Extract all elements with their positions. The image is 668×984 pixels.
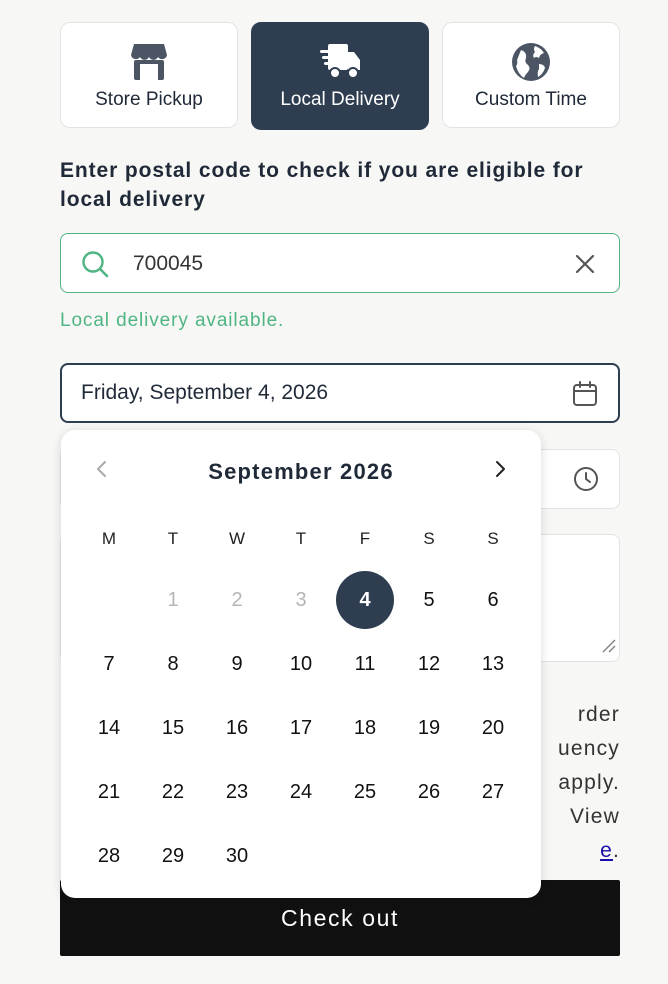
calendar-day[interactable]: 22 xyxy=(144,763,202,821)
calendar-day[interactable]: 9 xyxy=(208,635,266,693)
postal-code-heading: Enter postal code to check if you are el… xyxy=(60,156,630,214)
availability-message: Local delivery available. xyxy=(60,310,285,331)
date-value: Friday, September 4, 2026 xyxy=(81,381,329,404)
tab-local-delivery[interactable]: Local Delivery xyxy=(251,22,429,130)
calendar-day[interactable]: 6 xyxy=(464,571,522,629)
calendar-day[interactable]: 27 xyxy=(464,763,522,821)
tab-store-pickup[interactable]: Store Pickup xyxy=(60,22,238,128)
calendar-day[interactable]: 23 xyxy=(208,763,266,821)
store-icon xyxy=(61,42,237,82)
month-label: September 2026 xyxy=(208,459,394,484)
calendar-icon[interactable] xyxy=(572,381,598,412)
calendar-day[interactable]: 8 xyxy=(144,635,202,693)
policy-period: . xyxy=(612,839,620,862)
calendar-day[interactable]: 18 xyxy=(336,699,394,757)
date-picker-popup: September 2026 M T W T F S S 1 2 3 4 5 6 7 8 9 10 11 12 13 1… xyxy=(61,430,541,898)
calendar-day[interactable]: 28 xyxy=(80,827,138,885)
weekday-header: S xyxy=(423,529,435,548)
globe-icon xyxy=(443,42,619,82)
search-icon xyxy=(81,250,109,283)
weekday-header: S xyxy=(487,529,499,548)
calendar-day[interactable]: 14 xyxy=(80,699,138,757)
policy-link[interactable]: e xyxy=(600,839,613,862)
calendar-day[interactable]: 5 xyxy=(400,571,458,629)
calendar-day[interactable]: 30 xyxy=(208,827,266,885)
tab-label: Store Pickup xyxy=(95,89,203,110)
next-month-icon[interactable] xyxy=(489,458,511,485)
calendar-day[interactable]: 7 xyxy=(80,635,138,693)
calendar-day[interactable]: 4 xyxy=(336,571,394,629)
checkout-label: Check out xyxy=(281,905,399,931)
calendar-day[interactable]: 11 xyxy=(336,635,394,693)
tab-label: Custom Time xyxy=(475,89,587,110)
weekday-header: F xyxy=(359,529,371,548)
weekday-header: M xyxy=(101,529,117,548)
calendar-day[interactable]: 12 xyxy=(400,635,458,693)
tab-custom-time[interactable]: Custom Time xyxy=(442,22,620,128)
weekday-header: T xyxy=(295,529,307,548)
calendar-day[interactable]: 10 xyxy=(272,635,330,693)
calendar-day[interactable]: 24 xyxy=(272,763,330,821)
postal-code-input[interactable] xyxy=(131,244,555,284)
calendar-day[interactable]: 29 xyxy=(144,827,202,885)
calendar-day[interactable]: 26 xyxy=(400,763,458,821)
postal-code-search xyxy=(60,233,620,293)
close-icon[interactable] xyxy=(575,254,595,279)
calendar-day[interactable]: 13 xyxy=(464,635,522,693)
delivery-truck-icon xyxy=(252,42,428,82)
clock-icon[interactable] xyxy=(573,466,599,497)
delivery-method-tabs: Store Pickup Local Delivery Custom Time xyxy=(60,22,620,130)
calendar-day: 3 xyxy=(295,589,307,611)
heading-line: local delivery xyxy=(60,188,206,211)
calendar-day: 1 xyxy=(167,589,179,611)
calendar-day[interactable]: 17 xyxy=(272,699,330,757)
delivery-date-field[interactable]: Friday, September 4, 2026 xyxy=(60,363,620,423)
calendar-day[interactable]: 15 xyxy=(144,699,202,757)
heading-line: Enter postal code to check if you are el… xyxy=(60,159,584,182)
calendar-day: 2 xyxy=(231,589,243,611)
calendar-day[interactable]: 21 xyxy=(80,763,138,821)
calendar-day[interactable]: 25 xyxy=(336,763,394,821)
tab-label: Local Delivery xyxy=(280,89,400,110)
weekday-header: T xyxy=(167,529,179,548)
calendar-day[interactable]: 20 xyxy=(464,699,522,757)
resize-handle-icon[interactable] xyxy=(601,638,617,659)
calendar-day[interactable]: 19 xyxy=(400,699,458,757)
calendar-day[interactable]: 16 xyxy=(208,699,266,757)
weekday-header: W xyxy=(228,529,246,548)
